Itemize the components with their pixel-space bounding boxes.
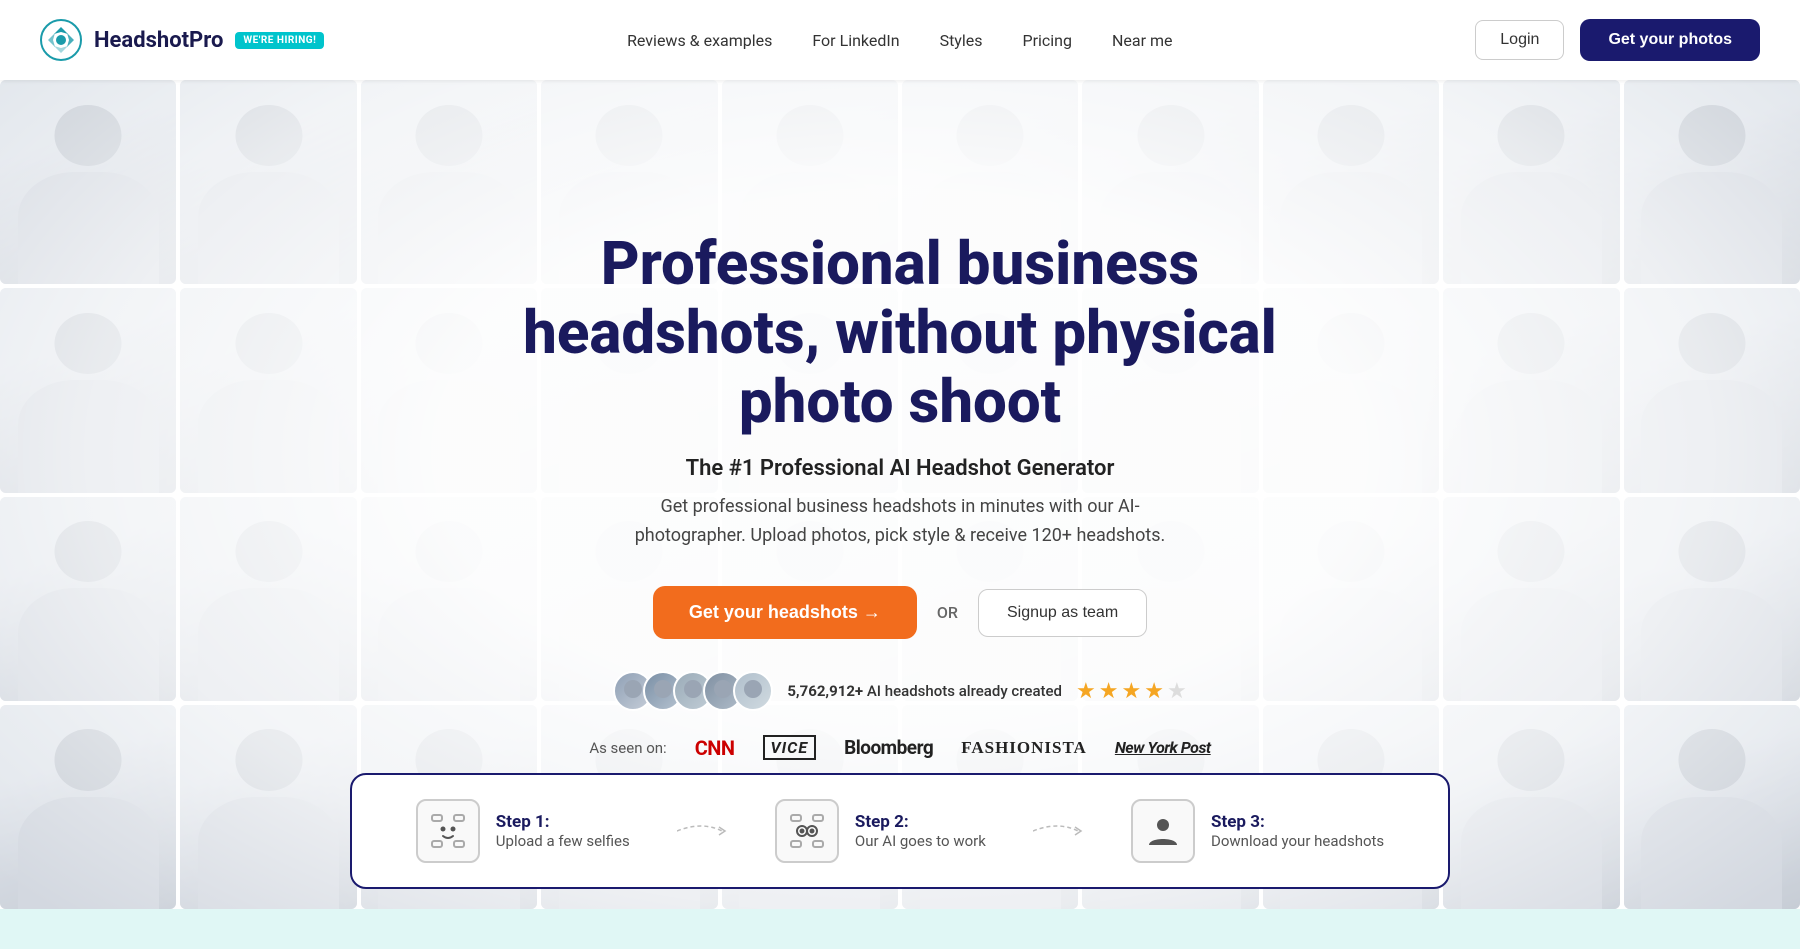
avatar-stack: [613, 671, 773, 711]
hiring-badge: WE'RE HIRING!: [235, 32, 324, 49]
step-1: Step 1: Upload a few selfies: [416, 799, 630, 863]
as-seen-on: As seen on: CNN VICE Bloomberg FASHIONIS…: [589, 735, 1210, 760]
teal-section: [0, 909, 1800, 949]
hero-description: Get professional business headshots in m…: [610, 493, 1190, 551]
step-1-text: Step 1: Upload a few selfies: [496, 812, 630, 850]
step-3-icon: [1131, 799, 1195, 863]
steps-bar: Step 1: Upload a few selfies: [350, 773, 1450, 889]
proof-text: 5,762,912+ AI headshots already created: [787, 682, 1062, 700]
logo-area: HeadshotPro WE'RE HIRING!: [40, 19, 324, 61]
step-3-text: Step 3: Download your headshots: [1211, 812, 1384, 850]
main-header: HeadshotPro WE'RE HIRING! Reviews & exam…: [0, 0, 1800, 80]
nav-styles[interactable]: Styles: [940, 31, 983, 50]
nypost-logo: New York Post: [1115, 738, 1211, 757]
proof-suffix: AI headshots already created: [863, 682, 1062, 700]
logo-text: HeadshotPro: [94, 28, 223, 53]
get-headshots-button[interactable]: Get your headshots →: [653, 586, 917, 639]
proof-count: 5,762,912+: [787, 682, 863, 700]
step-arrow-2: [1033, 815, 1083, 848]
step-1-icon: [416, 799, 480, 863]
hero-buttons: Get your headshots → OR Signup as team: [653, 586, 1147, 639]
signup-team-button[interactable]: Signup as team: [978, 589, 1147, 637]
star-3: ★: [1121, 679, 1141, 704]
or-label: OR: [937, 603, 958, 622]
star-5: ★: [1167, 679, 1187, 704]
step-2-text: Step 2: Our AI goes to work: [855, 812, 986, 850]
star-1: ★: [1076, 679, 1096, 704]
step-1-title: Step 1:: [496, 812, 630, 832]
step-2-title: Step 2:: [855, 812, 986, 832]
fashionista-logo: FASHIONISTA: [961, 738, 1087, 758]
as-seen-label: As seen on:: [589, 739, 666, 757]
person-download-icon: [1145, 813, 1181, 849]
nav-linkedin[interactable]: For LinkedIn: [812, 31, 899, 50]
header-actions: Login Get your photos: [1475, 19, 1760, 61]
face-scan-icon: [430, 813, 466, 849]
cnn-logo: CNN: [695, 736, 735, 760]
step-2-desc: Our AI goes to work: [855, 832, 986, 850]
step-arrow-1: [677, 815, 727, 848]
star-rating: ★ ★ ★ ★ ★: [1076, 679, 1187, 704]
logo-icon: [40, 19, 82, 61]
social-proof: 5,762,912+ AI headshots already created …: [613, 671, 1186, 711]
nav-reviews[interactable]: Reviews & examples: [627, 31, 772, 50]
nav-pricing[interactable]: Pricing: [1023, 31, 1073, 50]
bloomberg-logo: Bloomberg: [844, 736, 933, 759]
get-photos-button[interactable]: Get your photos: [1580, 19, 1760, 61]
hero-section: Professional business headshots, without…: [0, 80, 1800, 909]
login-button[interactable]: Login: [1475, 20, 1564, 60]
star-4: ★: [1144, 679, 1164, 704]
vice-logo: VICE: [763, 735, 817, 760]
step-2: Step 2: Our AI goes to work: [775, 799, 986, 863]
avatar: [733, 671, 773, 711]
ai-eyes-icon: [789, 813, 825, 849]
step-2-icon: [775, 799, 839, 863]
step-3-title: Step 3:: [1211, 812, 1384, 832]
star-2: ★: [1099, 679, 1119, 704]
step-3: Step 3: Download your headshots: [1131, 799, 1384, 863]
step-3-desc: Download your headshots: [1211, 832, 1384, 850]
nav-near-me[interactable]: Near me: [1112, 31, 1173, 50]
main-nav: Reviews & examples For LinkedIn Styles P…: [627, 31, 1172, 50]
hero-title: Professional business headshots, without…: [450, 229, 1350, 436]
step-1-desc: Upload a few selfies: [496, 832, 630, 850]
hero-subtitle: The #1 Professional AI Headshot Generato…: [686, 456, 1115, 481]
